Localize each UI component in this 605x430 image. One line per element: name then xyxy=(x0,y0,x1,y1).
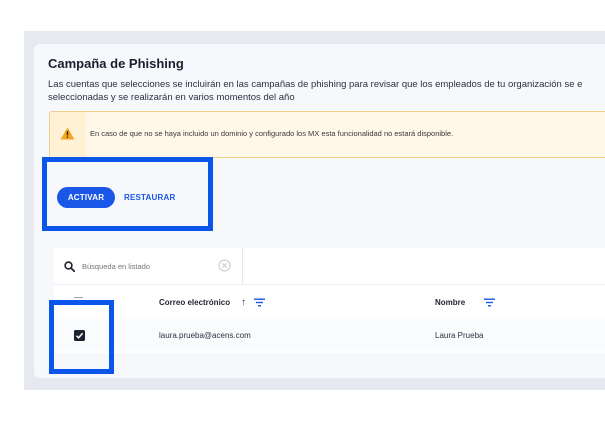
warning-triangle-icon xyxy=(60,127,75,140)
page-title: Campaña de Phishing xyxy=(48,56,184,71)
search-input[interactable] xyxy=(82,262,212,271)
clear-search-icon[interactable] xyxy=(218,259,231,272)
description-line-2: seleccionadas y se realizarán en varios … xyxy=(48,92,295,103)
filter-icon[interactable] xyxy=(484,298,495,307)
cell-nombre: Laura Prueba xyxy=(435,331,484,340)
filter-icon[interactable] xyxy=(254,298,265,307)
column-header-email[interactable]: Correo electrónico xyxy=(159,298,230,307)
accounts-table-panel: Correo electrónico ↑ Nombre laura.prueba… xyxy=(54,248,605,353)
warning-banner: En caso de que no se haya incluido un do… xyxy=(49,111,605,158)
search-bar[interactable] xyxy=(54,248,243,284)
highlight-box-actions xyxy=(42,157,213,231)
select-all-checkbox[interactable] xyxy=(74,292,83,298)
table-row[interactable]: laura.prueba@acens.com Laura Prueba xyxy=(54,319,605,351)
cell-email: laura.prueba@acens.com xyxy=(159,331,251,340)
search-icon xyxy=(64,261,75,272)
sort-ascending-icon[interactable]: ↑ xyxy=(241,297,246,308)
highlight-box-row-checkbox xyxy=(49,300,114,374)
warning-text: En caso de que no se haya incluido un do… xyxy=(90,129,454,138)
table-header-row: Correo electrónico ↑ Nombre xyxy=(54,284,605,321)
warning-icon-container xyxy=(50,112,86,157)
description-line-1: Las cuentas que selecciones se incluirán… xyxy=(48,79,583,90)
column-header-nombre[interactable]: Nombre xyxy=(435,298,465,307)
campaign-description: Las cuentas que selecciones se incluirán… xyxy=(48,78,605,104)
